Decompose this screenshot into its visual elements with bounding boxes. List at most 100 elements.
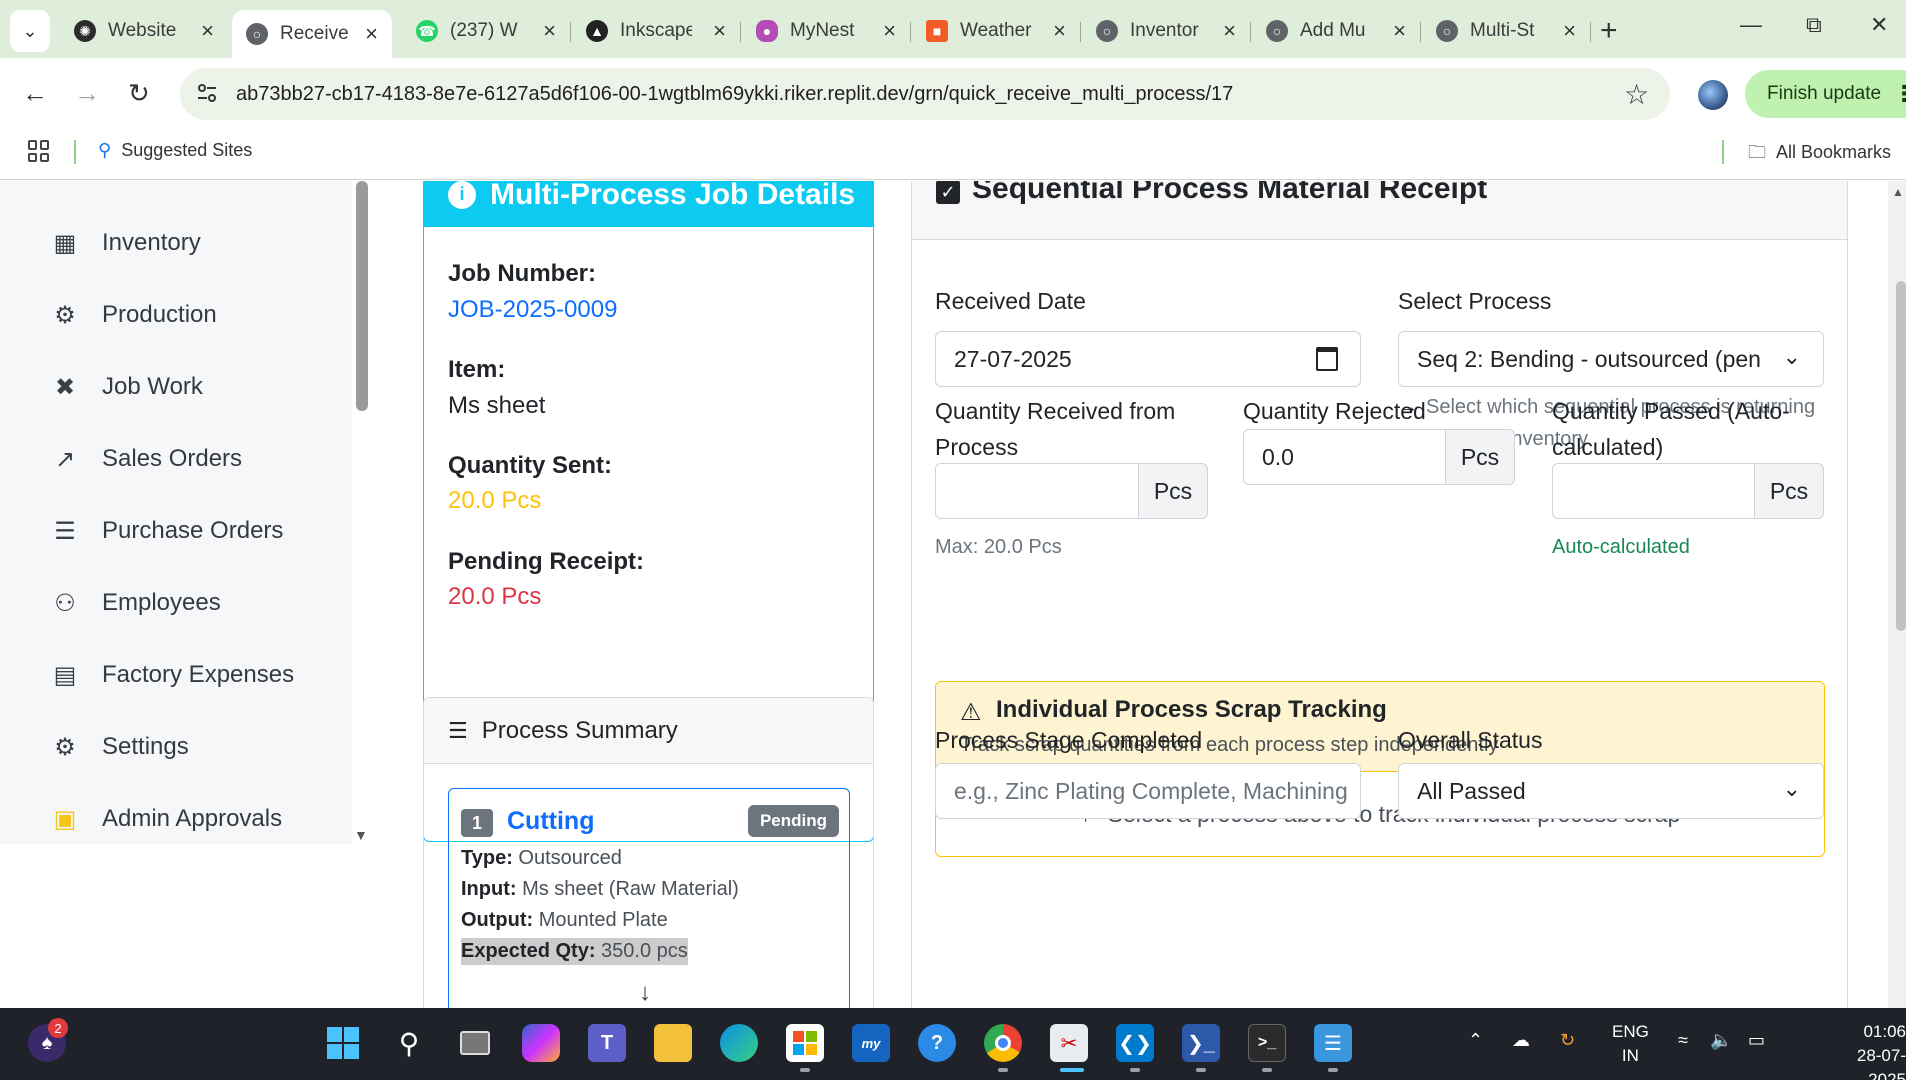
notification-badge: 2	[48, 1018, 68, 1038]
sidebar-item-label: Admin Approvals	[102, 805, 283, 832]
running-indicator	[1130, 1068, 1140, 1072]
tab-inventory[interactable]: ○ Inventor ×	[1082, 10, 1250, 52]
job-details-header: i Multi-Process Job Details	[424, 181, 873, 227]
chrome-icon[interactable]	[984, 1024, 1022, 1062]
sidebar-item-factory-expenses[interactable]: ▤ Factory Expenses	[50, 660, 294, 690]
forward-icon[interactable]: →	[74, 78, 100, 109]
close-icon[interactable]: ×	[1053, 18, 1066, 44]
close-icon[interactable]: ×	[883, 18, 896, 44]
onedrive-icon[interactable]: ☁	[1512, 1030, 1530, 1051]
battery-icon[interactable]: ▭	[1748, 1030, 1765, 1051]
tab-add-multi[interactable]: ○ Add Mu ×	[1252, 10, 1420, 52]
stage-completed-placeholder: e.g., Zinc Plating Complete, Machining	[954, 777, 1348, 804]
help-icon[interactable]: ?	[918, 1024, 956, 1062]
wifi-icon[interactable]: ≈	[1678, 1030, 1688, 1051]
minimize-icon[interactable]: —	[1740, 12, 1762, 38]
finish-update-button[interactable]: Finish update ⋮	[1745, 70, 1906, 118]
tab-mynest[interactable]: ● MyNest ×	[742, 10, 910, 52]
sidebar-item-settings[interactable]: ⚙ Settings	[50, 732, 189, 762]
site-info-icon[interactable]	[196, 82, 218, 104]
close-icon[interactable]: ×	[201, 18, 214, 44]
received-date-input[interactable]: 27-07-2025	[935, 331, 1361, 387]
store-icon[interactable]	[786, 1024, 824, 1062]
job-number-value[interactable]: JOB-2025-0009	[448, 296, 617, 324]
new-tab-icon[interactable]: +	[1600, 14, 1618, 48]
task-view-icon[interactable]	[456, 1024, 494, 1062]
close-icon[interactable]: ×	[365, 21, 378, 47]
bookmark-star-icon[interactable]: ☆	[1624, 78, 1649, 111]
scroll-up-icon[interactable]: ▲	[1892, 185, 1904, 199]
tab-receive[interactable]: ○ Receive ×	[232, 10, 392, 58]
tab-multi-step[interactable]: ○ Multi-St ×	[1422, 10, 1590, 52]
terminal-icon[interactable]: >_	[1248, 1024, 1286, 1062]
profile-avatar[interactable]	[1698, 80, 1728, 110]
sidebar-item-job-work[interactable]: ✖ Job Work	[50, 372, 203, 402]
pending-receipt-value: 20.0 Pcs	[448, 583, 542, 610]
close-icon[interactable]: ×	[543, 18, 556, 44]
sidebar-item-label: Employees	[102, 589, 221, 616]
tab-separator	[1250, 22, 1251, 42]
file-invoice-icon: ☰	[54, 517, 76, 545]
qty-received-input[interactable]	[935, 463, 1139, 519]
tab-inkscape[interactable]: ▲ Inkscape ×	[572, 10, 740, 52]
sync-icon[interactable]: ↻	[1560, 1030, 1575, 1051]
sidebar-scrollbar[interactable]	[356, 181, 368, 411]
process-item: 1 Cutting Pending Type: Outsourced Input…	[448, 788, 850, 1008]
scroll-down-icon[interactable]: ▼	[354, 827, 368, 843]
language-indicator[interactable]: ENG IN	[1612, 1020, 1649, 1068]
tab-website[interactable]: ✺ Website ×	[60, 10, 228, 52]
bookmark-separator	[74, 140, 76, 164]
globe-icon: ○	[1096, 20, 1118, 42]
apps-grid-icon[interactable]	[28, 140, 50, 162]
sidebar-item-label: Sales Orders	[102, 445, 243, 472]
powershell-icon[interactable]: ❯_	[1182, 1024, 1220, 1062]
copilot-icon[interactable]	[522, 1024, 560, 1062]
finish-update-label: Finish update	[1767, 83, 1882, 104]
close-icon[interactable]: ×	[713, 18, 726, 44]
page-scrollbar-thumb[interactable]	[1896, 281, 1906, 631]
search-icon[interactable]: ⚲	[390, 1024, 428, 1062]
sidebar-item-purchase-orders[interactable]: ☰ Purchase Orders	[50, 516, 283, 546]
windows-start-icon[interactable]	[324, 1024, 362, 1062]
sidebar-item-label: Settings	[102, 733, 189, 760]
restore-icon[interactable]: ⧉	[1806, 12, 1822, 38]
vscode-icon[interactable]: ❮❯	[1116, 1024, 1154, 1062]
close-icon[interactable]: ×	[1393, 18, 1406, 44]
close-icon[interactable]: ×	[1223, 18, 1236, 44]
file-explorer-icon[interactable]	[654, 1024, 692, 1062]
calendar-icon[interactable]	[1316, 347, 1338, 371]
tab-weather[interactable]: ■ Weather ×	[912, 10, 1080, 52]
qty-rejected-input[interactable]: 0.0	[1243, 429, 1446, 485]
select-process-dropdown[interactable]: Seq 2: Bending - outsourced (pen ⌄	[1398, 331, 1824, 387]
notepad-icon[interactable]: ☰	[1314, 1024, 1352, 1062]
tab-whatsapp[interactable]: ☎ (237) W ×	[402, 10, 570, 52]
reload-icon[interactable]: ↻	[128, 78, 150, 109]
hp-icon[interactable]: my	[852, 1024, 890, 1062]
tab-separator	[1420, 22, 1421, 42]
stage-completed-input[interactable]: e.g., Zinc Plating Complete, Machining	[935, 763, 1361, 819]
back-icon[interactable]: ←	[22, 78, 48, 109]
teams-icon[interactable]: T	[588, 1024, 626, 1062]
window-close-icon[interactable]: ✕	[1870, 12, 1888, 38]
volume-icon[interactable]: 🔈	[1710, 1030, 1732, 1051]
snipping-tool-icon[interactable]: ✂	[1050, 1024, 1088, 1062]
running-indicator	[800, 1068, 810, 1072]
tab-search-button[interactable]: ⌄	[10, 10, 50, 52]
tab-title: Multi-St	[1470, 20, 1535, 41]
qty-passed-input[interactable]	[1552, 463, 1755, 519]
language-bottom: IN	[1621, 1046, 1639, 1065]
sidebar-item-admin-approvals[interactable]: ▣ Admin Approvals	[50, 804, 282, 834]
tab-title: (237) W	[450, 20, 518, 41]
sidebar-item-sales-orders[interactable]: ↗ Sales Orders	[50, 444, 242, 474]
sidebar-item-production[interactable]: ⚙ Production	[50, 300, 217, 330]
url-text[interactable]: ab73bb27-cb17-4183-8e7e-6127a5d6f106-00-…	[236, 83, 1233, 106]
edge-icon[interactable]	[720, 1024, 758, 1062]
close-icon[interactable]: ×	[1563, 18, 1576, 44]
all-bookmarks-button[interactable]: 🗀 All Bookmarks	[1748, 140, 1891, 170]
sidebar-item-employees[interactable]: ⚇ Employees	[50, 588, 221, 618]
clock[interactable]: 01:06 28-07-2025	[1838, 1020, 1906, 1080]
overall-status-select[interactable]: All Passed ⌄	[1398, 763, 1824, 819]
sidebar-item-inventory[interactable]: ▦ Inventory	[50, 228, 201, 258]
chevron-up-icon[interactable]: ⌃	[1468, 1030, 1483, 1051]
bookmark-suggested-sites[interactable]: ⚲ Suggested Sites	[98, 140, 252, 161]
